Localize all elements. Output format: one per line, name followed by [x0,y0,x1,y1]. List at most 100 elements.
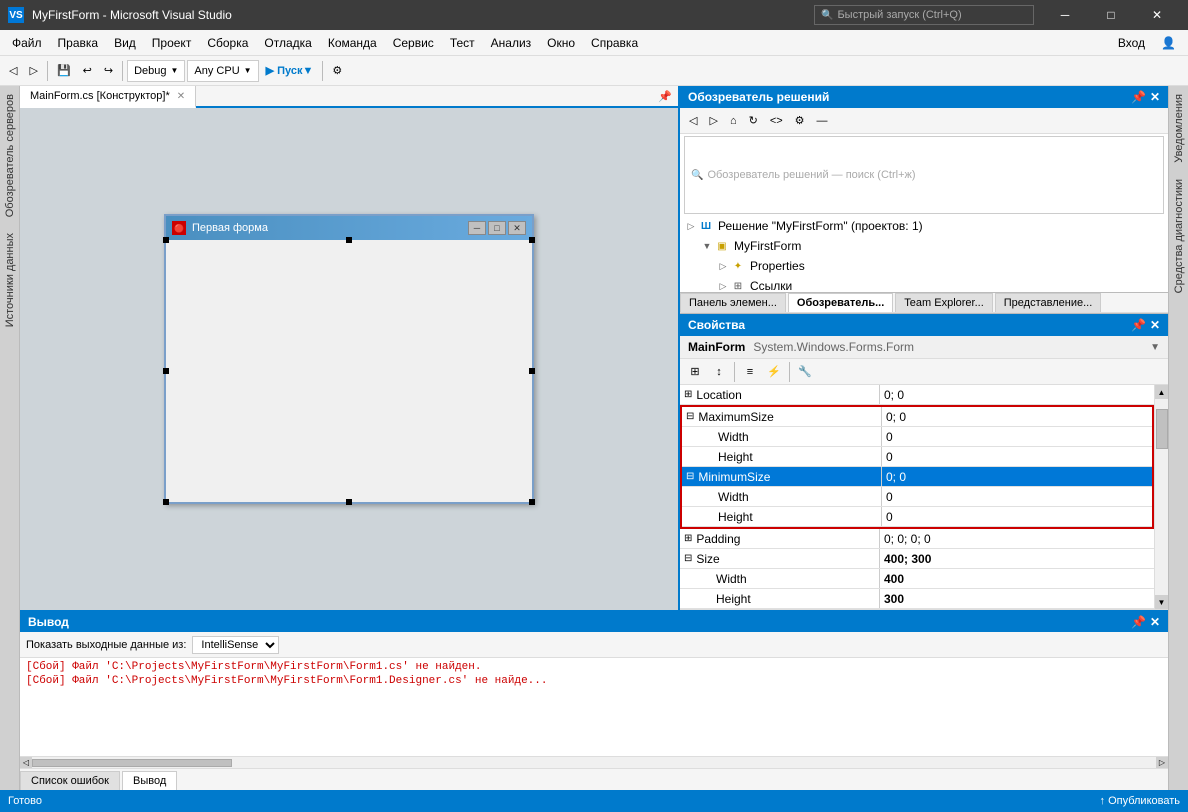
form-minimize-btn[interactable]: ─ [468,221,486,235]
handle-bot-left[interactable] [163,499,169,505]
menu-edit[interactable]: Правка [50,33,107,53]
expand-icon-props[interactable]: ▷ [716,259,730,273]
menu-tools[interactable]: Сервис [385,33,442,53]
expand-size[interactable]: ⊟ [684,553,692,564]
quick-launch-box[interactable]: 🔍 Быстрый запуск (Ctrl+Q) [814,5,1034,25]
form-maximize-btn[interactable]: □ [488,221,506,235]
toolbar-extra[interactable]: ⚙ [327,59,347,83]
close-button[interactable]: ✕ [1134,0,1180,30]
sol-settings[interactable]: ⚙ [790,109,810,133]
output-hscrollbar[interactable]: ◁ ▷ [20,756,1168,768]
close-output-btn[interactable]: ✕ [1150,615,1160,629]
prop-name-minsize[interactable]: ⊟ MinimumSize [682,467,882,486]
prop-name-maxsize[interactable]: ⊟ MaximumSize [682,407,882,426]
prop-object-dropdown[interactable]: ▼ [1150,342,1160,353]
menu-view[interactable]: Вид [106,33,144,53]
tab-output[interactable]: Вывод [122,771,177,790]
sol-home[interactable]: ⌂ [725,109,742,133]
prop-name-size[interactable]: ⊟ Size [680,549,880,568]
scroll-track[interactable] [1155,399,1168,595]
handle-top-left[interactable] [163,237,169,243]
sidebar-tab-diagnostics[interactable]: Средства диагностики [1171,171,1187,301]
output-source-dropdown[interactable]: IntelliSense [192,636,279,654]
menu-team[interactable]: Команда [320,33,385,53]
account-icon[interactable]: 👤 [1153,33,1184,53]
handle-bot-mid[interactable] [346,499,352,505]
prop-row-padding[interactable]: ⊞ Padding 0; 0; 0; 0 [680,529,1154,549]
designer-tab-close[interactable]: ✕ [177,91,185,102]
handle-bot-right[interactable] [529,499,535,505]
expand-icon-refs[interactable]: ▷ [716,279,730,292]
prop-tb-alphabetical[interactable]: ↕ [708,362,730,382]
prop-row-minsize[interactable]: ⊟ MinimumSize 0; 0 [682,467,1152,487]
prop-tb-properties[interactable]: ≡ [739,362,761,382]
hscroll-left-btn[interactable]: ◁ [20,757,32,769]
sol-back[interactable]: ◁ [684,109,702,133]
prop-row-size-height[interactable]: Height 300 [680,589,1154,609]
menu-window[interactable]: Окно [539,33,583,53]
prop-row-minsize-height[interactable]: Height 0 [682,507,1152,527]
sol-code[interactable]: <> [765,109,788,133]
hscroll-track[interactable] [32,759,1156,767]
menu-build[interactable]: Сборка [199,33,256,53]
handle-top-right[interactable] [529,237,535,243]
toolbar-undo[interactable]: ↩ [78,59,97,83]
scroll-down-btn[interactable]: ▼ [1155,595,1169,609]
toolbar-redo[interactable]: ↪ [99,59,118,83]
expand-location[interactable]: ⊞ [684,389,692,400]
prop-row-maxsize[interactable]: ⊟ MaximumSize 0; 0 [682,407,1152,427]
prop-tb-categorized[interactable]: ⊞ [684,362,706,382]
prop-row-location[interactable]: ⊞ Location 0; 0 [680,385,1154,405]
debug-mode-dropdown[interactable]: Debug ▼ [127,60,185,82]
handle-top-mid[interactable] [346,237,352,243]
maximize-button[interactable]: □ [1088,0,1134,30]
pin-output-icon[interactable]: 📌 [1131,615,1146,629]
handle-mid-right[interactable] [529,368,535,374]
tree-item-refs[interactable]: ▷ ⊞ Ссылки [680,276,1168,292]
expand-icon-solution[interactable]: ▷ [684,219,698,233]
sidebar-tab-notifications[interactable]: Уведомления [1171,86,1187,171]
toolbar-back[interactable]: ◁ [4,59,22,83]
tree-item-properties[interactable]: ▷ ✦ Properties [680,256,1168,276]
tab-error-list[interactable]: Список ошибок [20,771,120,790]
sidebar-tab-datasources[interactable]: Источники данных [2,225,18,335]
platform-dropdown[interactable]: Any CPU ▼ [187,60,258,82]
close-solution-btn[interactable]: ✕ [1150,90,1160,104]
prop-row-maxsize-width[interactable]: Width 0 [682,427,1152,447]
prop-tb-pages[interactable]: 🔧 [794,362,816,382]
login-label[interactable]: Вход [1110,33,1153,53]
designer-tab[interactable]: MainForm.cs [Конструктор]* ✕ [20,86,196,108]
expand-icon-project[interactable]: ▼ [700,239,714,253]
prop-scrollbar[interactable]: ▲ ▼ [1154,385,1168,609]
menu-help[interactable]: Справка [583,33,646,53]
form-close-btn[interactable]: ✕ [508,221,526,235]
toolbar-save-all[interactable]: 💾 [52,59,76,83]
scroll-up-btn[interactable]: ▲ [1155,385,1169,399]
tab-solution-explorer[interactable]: Обозреватель... [788,293,893,312]
scroll-thumb[interactable] [1156,409,1168,449]
designer-tab-pin[interactable]: 📌 [652,88,678,105]
tree-item-project[interactable]: ▼ ▣ MyFirstForm [680,236,1168,256]
menu-project[interactable]: Проект [144,33,200,53]
sidebar-tab-servers[interactable]: Обозреватель серверов [2,86,18,225]
menu-analyze[interactable]: Анализ [483,33,540,53]
sol-forward[interactable]: ▷ [704,109,722,133]
tab-class-view[interactable]: Представление... [995,293,1101,312]
prop-row-minsize-width[interactable]: Width 0 [682,487,1152,507]
pin-icon[interactable]: 📌 [1131,90,1146,104]
tree-item-solution[interactable]: ▷ Ш Решение "MyFirstForm" (проектов: 1) [680,216,1168,236]
pin-prop-icon[interactable]: 📌 [1131,318,1146,332]
form-window[interactable]: 🔴 Первая форма ─ □ ✕ [164,214,534,504]
toolbar-forward[interactable]: ▷ [24,59,42,83]
prop-tb-events[interactable]: ⚡ [763,362,785,382]
status-publish[interactable]: ↑ Опубликовать [1100,795,1180,807]
expand-maxsize[interactable]: ⊟ [686,411,694,422]
designer-content[interactable]: 🔴 Первая форма ─ □ ✕ [20,108,678,610]
prop-row-maxsize-height[interactable]: Height 0 [682,447,1152,467]
expand-padding[interactable]: ⊞ [684,533,692,544]
sol-refresh[interactable]: ↻ [744,109,763,133]
close-prop-btn[interactable]: ✕ [1150,318,1160,332]
prop-row-size-width[interactable]: Width 400 [680,569,1154,589]
solution-search[interactable]: 🔍 Обозреватель решений — поиск (Ctrl+ж) [684,136,1164,214]
hscroll-thumb[interactable] [32,759,232,767]
